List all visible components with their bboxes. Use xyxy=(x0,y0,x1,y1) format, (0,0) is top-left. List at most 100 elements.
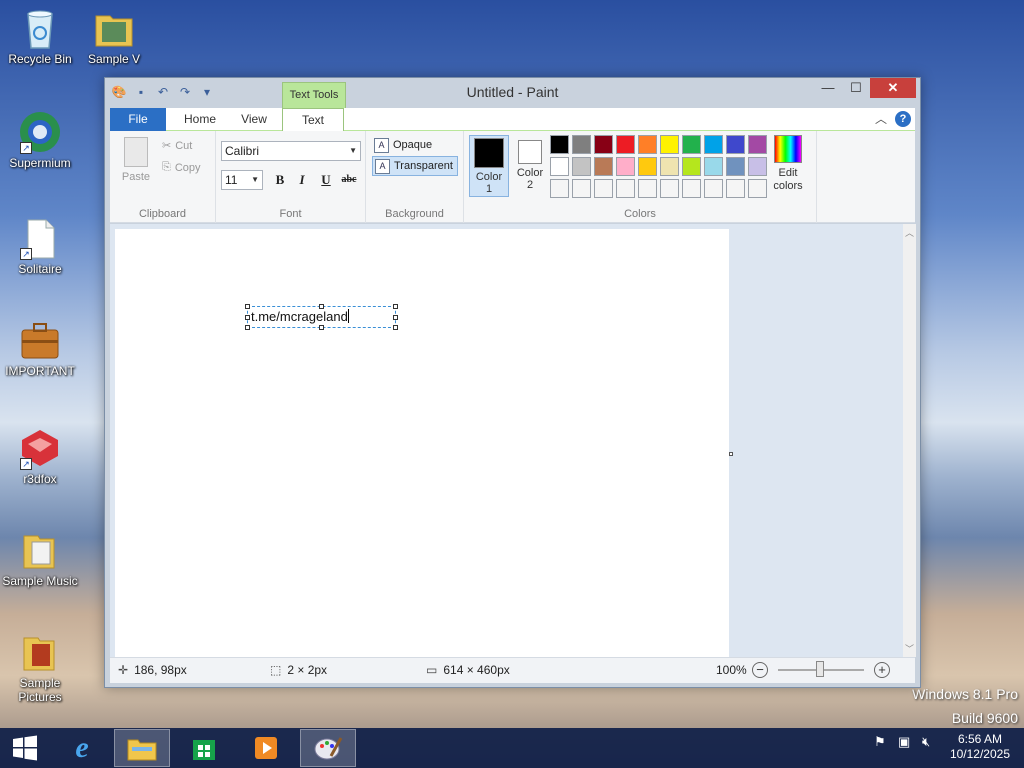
shortcut-arrow-icon: ↗ xyxy=(20,458,32,470)
palette-color-swatch[interactable] xyxy=(660,179,679,198)
desktop-icon-solitaire[interactable]: ↗ Solitaire xyxy=(0,216,80,276)
palette-color-swatch[interactable] xyxy=(572,179,591,198)
paste-button[interactable]: Paste xyxy=(118,135,154,183)
taskbar-paint[interactable] xyxy=(300,729,356,767)
desktop-icon-sample-music[interactable]: Sample Music xyxy=(0,528,80,588)
color2-button[interactable]: Color 2 xyxy=(510,135,550,197)
textbox-handle[interactable] xyxy=(245,325,250,330)
help-icon[interactable]: ? xyxy=(895,111,911,127)
textbox-handle[interactable] xyxy=(393,304,398,309)
desktop-icon-sample-pictures[interactable]: Sample Pictures xyxy=(0,630,80,704)
tab-file[interactable]: File xyxy=(110,108,166,131)
folder-icon xyxy=(18,528,62,572)
textbox-handle[interactable] xyxy=(319,325,324,330)
taskbar: e ⚑ ▣ 🔇︎ 6:56 AM 10/12/2025 xyxy=(0,728,1024,768)
system-clock[interactable]: 6:56 AM 10/12/2025 xyxy=(950,732,1010,762)
start-button[interactable] xyxy=(0,729,50,767)
minimize-button[interactable]: — xyxy=(814,78,842,98)
palette-color-swatch[interactable] xyxy=(682,157,701,176)
textbox-handle[interactable] xyxy=(245,304,250,309)
palette-color-swatch[interactable] xyxy=(726,157,745,176)
textbox-handle[interactable] xyxy=(393,325,398,330)
taskbar-media-player[interactable] xyxy=(238,729,294,767)
palette-color-swatch[interactable] xyxy=(550,135,569,154)
network-icon[interactable]: ▣ xyxy=(898,734,910,750)
palette-color-swatch[interactable] xyxy=(748,135,767,154)
desktop-icon-recycle-bin[interactable]: Recycle Bin xyxy=(0,6,80,66)
palette-color-swatch[interactable] xyxy=(638,157,657,176)
copy-button[interactable]: ⎘ Copy xyxy=(162,161,201,174)
palette-color-swatch[interactable] xyxy=(616,135,635,154)
textbox-handle[interactable] xyxy=(393,315,398,320)
scroll-up-icon[interactable]: ︿ xyxy=(903,226,916,239)
collapse-ribbon-icon[interactable]: ︿ xyxy=(875,110,887,127)
taskbar-store[interactable] xyxy=(176,729,232,767)
palette-color-swatch[interactable] xyxy=(748,157,767,176)
close-button[interactable]: ✕ xyxy=(870,78,916,98)
scroll-down-icon[interactable]: ﹀ xyxy=(903,642,916,655)
bold-button[interactable]: B xyxy=(271,171,289,189)
edit-colors-button[interactable]: Edit colors xyxy=(770,135,806,193)
background-group: A Opaque A Transparent Background xyxy=(366,131,464,223)
palette-color-swatch[interactable] xyxy=(660,135,679,154)
maximize-button[interactable]: ☐ xyxy=(842,78,870,98)
desktop-icon-supermium[interactable]: ↗ Supermium xyxy=(0,110,80,170)
tab-home[interactable]: Home xyxy=(170,108,230,131)
palette-color-swatch[interactable] xyxy=(550,157,569,176)
vertical-scrollbar[interactable]: ︿ ﹀ xyxy=(903,224,916,657)
palette-color-swatch[interactable] xyxy=(704,135,723,154)
underline-button[interactable]: U xyxy=(317,171,335,189)
action-center-flag-icon[interactable]: ⚑ xyxy=(874,734,886,750)
palette-color-swatch[interactable] xyxy=(572,135,591,154)
textbox-handle[interactable] xyxy=(245,315,250,320)
zoom-out-button[interactable]: − xyxy=(752,662,768,678)
shortcut-arrow-icon: ↗ xyxy=(20,248,32,260)
textbox-handle[interactable] xyxy=(319,304,324,309)
strikethrough-button[interactable]: abc xyxy=(338,171,360,189)
canvas-resize-handle[interactable] xyxy=(729,452,733,456)
palette-color-swatch[interactable] xyxy=(704,157,723,176)
taskbar-internet-explorer[interactable]: e xyxy=(54,729,110,767)
palette-color-swatch[interactable] xyxy=(550,179,569,198)
palette-color-swatch[interactable] xyxy=(704,179,723,198)
palette-color-swatch[interactable] xyxy=(726,135,745,154)
volume-muted-icon[interactable]: 🔇︎ xyxy=(922,734,930,750)
palette-color-swatch[interactable] xyxy=(682,135,701,154)
selection-size: ⬚ 2 × 2px xyxy=(270,663,328,677)
palette-color-swatch[interactable] xyxy=(616,157,635,176)
tab-view[interactable]: View xyxy=(226,108,282,131)
window-title: Untitled - Paint xyxy=(466,84,559,100)
palette-color-swatch[interactable] xyxy=(572,157,591,176)
opaque-option[interactable]: A Opaque xyxy=(372,135,458,155)
font-group-label: Font xyxy=(279,208,302,220)
cut-button[interactable]: ✂ Cut xyxy=(162,139,192,153)
os-watermark-build: Build 9600 xyxy=(951,710,1018,726)
ribbon-tab-bar: File Home View Text ︿ ? xyxy=(110,108,915,132)
transparent-option[interactable]: A Transparent xyxy=(372,156,458,176)
palette-color-swatch[interactable] xyxy=(682,179,701,198)
font-size-select[interactable]: 11 ▼ xyxy=(221,170,263,190)
tab-text[interactable]: Text xyxy=(282,108,344,132)
zoom-slider-thumb[interactable] xyxy=(816,661,824,677)
palette-color-swatch[interactable] xyxy=(748,179,767,198)
palette-color-swatch[interactable] xyxy=(726,179,745,198)
palette-color-swatch[interactable] xyxy=(638,179,657,198)
title-bar[interactable]: 🎨 ▪ ↶ ↷ ▾ Text Tools Untitled - Paint — … xyxy=(105,78,920,108)
desktop-icon-sample-videos[interactable]: Sample V xyxy=(76,6,152,66)
crosshair-icon: ✛ xyxy=(118,663,129,677)
zoom-in-button[interactable]: + xyxy=(874,662,890,678)
font-family-select[interactable]: Calibri ▼ xyxy=(221,141,361,161)
palette-color-swatch[interactable] xyxy=(594,179,613,198)
italic-button[interactable]: I xyxy=(293,171,311,189)
palette-color-swatch[interactable] xyxy=(638,135,657,154)
text-box[interactable]: t.me/mcrageland xyxy=(245,304,398,330)
color1-button[interactable]: Color 1 xyxy=(469,135,509,197)
palette-color-swatch[interactable] xyxy=(616,179,635,198)
palette-color-swatch[interactable] xyxy=(660,157,679,176)
taskbar-file-explorer[interactable] xyxy=(114,729,170,767)
desktop-icon-important[interactable]: IMPORTANT xyxy=(0,318,80,378)
desktop-icon-r3dfox[interactable]: ↗ r3dfox xyxy=(0,426,80,486)
drawing-canvas[interactable]: t.me/mcrageland xyxy=(115,229,729,657)
palette-color-swatch[interactable] xyxy=(594,157,613,176)
palette-color-swatch[interactable] xyxy=(594,135,613,154)
